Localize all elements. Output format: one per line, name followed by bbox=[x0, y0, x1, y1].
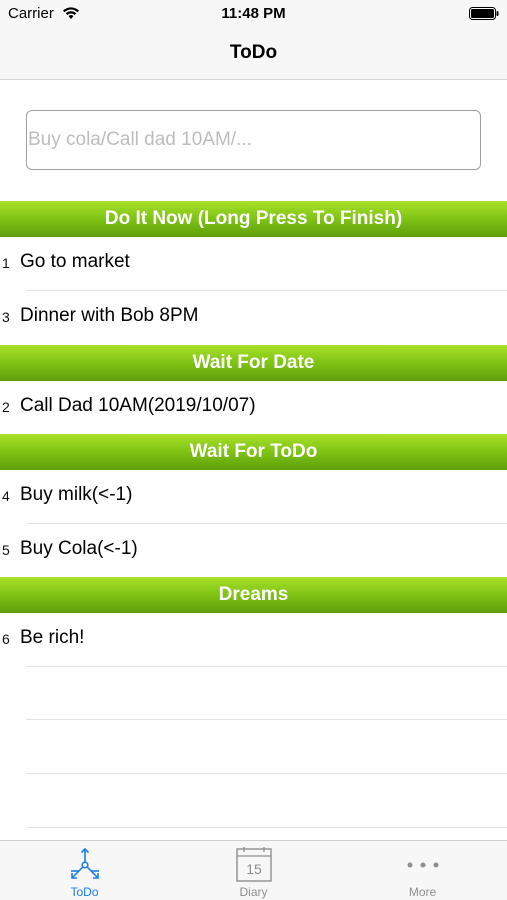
tab-label: Diary bbox=[239, 885, 268, 899]
todo-item-number: 2 bbox=[2, 399, 10, 415]
todo-item-number: 4 bbox=[2, 488, 10, 504]
navigation-bar: ToDo bbox=[0, 28, 507, 80]
section-header-dreams: Dreams bbox=[0, 577, 507, 613]
todo-item-text: Be rich! bbox=[20, 627, 85, 648]
todo-item-number: 5 bbox=[2, 542, 10, 558]
todo-item-number: 1 bbox=[2, 255, 10, 271]
todo-item[interactable]: 1 Go to market bbox=[0, 237, 507, 291]
tab-diary[interactable]: 15 Diary bbox=[169, 841, 338, 900]
todo-item-text: Buy milk(<-1) bbox=[20, 484, 133, 505]
calendar-day: 15 bbox=[246, 861, 262, 877]
todo-item[interactable]: 4 Buy milk(<-1) bbox=[0, 470, 507, 524]
todo-item-text: Call Dad 10AM(2019/10/07) bbox=[20, 395, 256, 416]
empty-row-divider bbox=[26, 719, 507, 720]
todo-input-container bbox=[26, 110, 481, 170]
more-dots-icon bbox=[407, 862, 438, 868]
todo-item-text: Go to market bbox=[20, 251, 130, 272]
calendar-icon: 15 bbox=[235, 847, 272, 882]
section-header-wait-for-date: Wait For Date bbox=[0, 345, 507, 381]
status-bar: Carrier 11:48 PM bbox=[0, 0, 507, 28]
tab-todo[interactable]: ToDo bbox=[0, 841, 169, 900]
todo-item[interactable]: 5 Buy Cola(<-1) bbox=[0, 524, 507, 578]
todo-item[interactable]: 6 Be rich! bbox=[0, 613, 507, 667]
battery-icon bbox=[469, 7, 499, 20]
section-header-wait-for-todo: Wait For ToDo bbox=[0, 434, 507, 470]
todo-item[interactable]: 3 Dinner with Bob 8PM bbox=[0, 291, 507, 345]
tab-label: More bbox=[408, 885, 437, 899]
tab-bar: ToDo 15 Diary More bbox=[0, 840, 507, 900]
page-title: ToDo bbox=[229, 42, 278, 63]
tab-label: ToDo bbox=[70, 885, 99, 899]
tab-more[interactable]: More bbox=[338, 841, 507, 900]
empty-row-divider bbox=[26, 827, 507, 828]
status-time: 11:48 PM bbox=[221, 5, 286, 22]
section-header-do-it-now: Do It Now (Long Press To Finish) bbox=[0, 201, 507, 237]
todo-item-number: 6 bbox=[2, 631, 10, 647]
empty-row-divider bbox=[26, 773, 507, 774]
todo-item-text: Dinner with Bob 8PM bbox=[20, 305, 199, 326]
todo-item-number: 3 bbox=[2, 309, 10, 325]
row-divider bbox=[26, 666, 507, 667]
todo-item-text: Buy Cola(<-1) bbox=[20, 538, 138, 559]
todo-input[interactable] bbox=[27, 111, 480, 169]
todo-item[interactable]: 2 Call Dad 10AM(2019/10/07) bbox=[0, 381, 507, 435]
todo-tree-icon bbox=[70, 847, 99, 879]
